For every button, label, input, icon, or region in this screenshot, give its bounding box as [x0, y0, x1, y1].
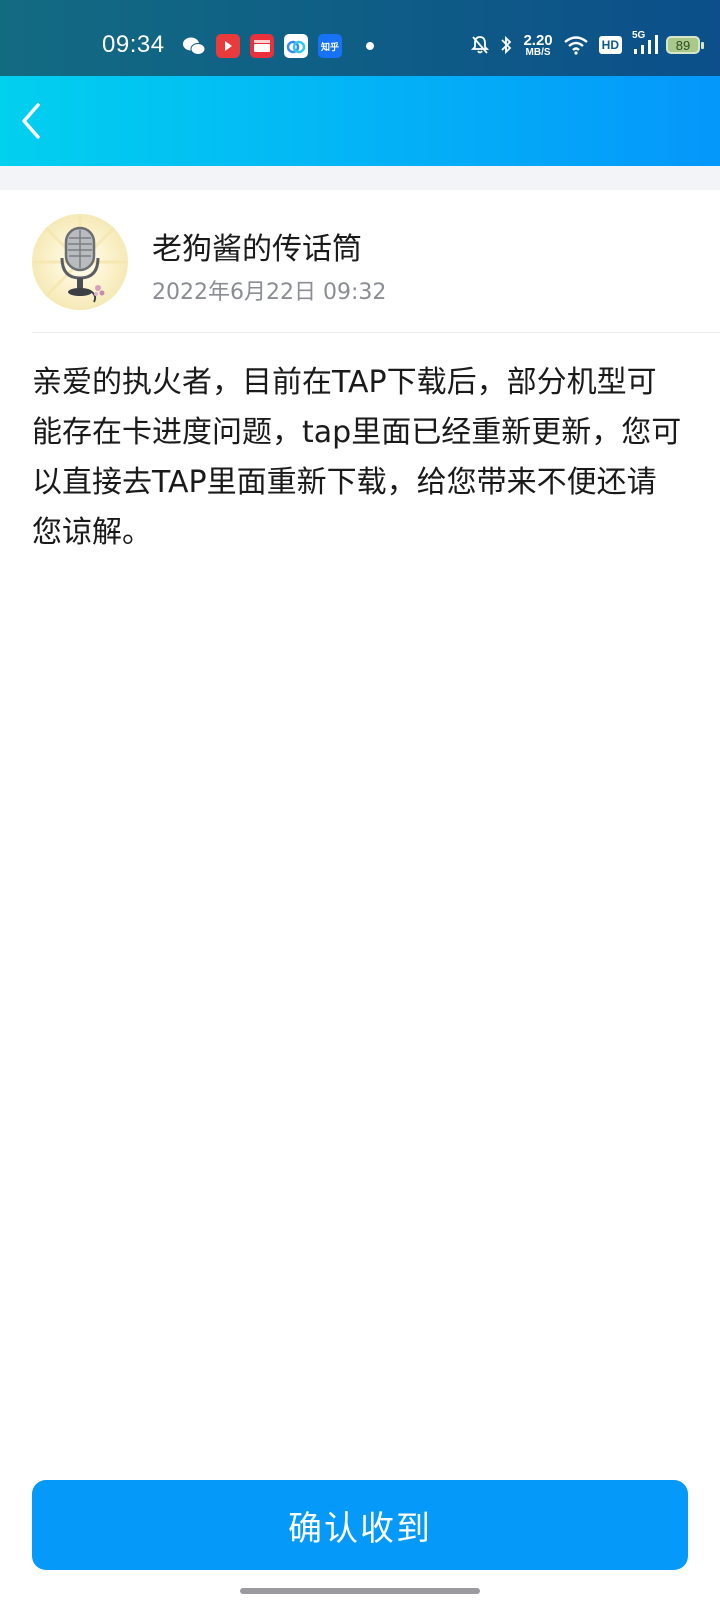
chevron-left-icon: [22, 103, 40, 139]
author-name: 老狗酱的传话筒: [152, 232, 362, 267]
divider: [32, 332, 720, 333]
wechat-icon: [182, 34, 206, 58]
status-time: 09:34: [102, 31, 165, 58]
system-icons: 2.20 MB/S HD 5G: [471, 30, 660, 60]
cloud-drive-icon: [284, 34, 308, 58]
section-divider: [0, 166, 720, 190]
wifi-icon: [563, 35, 589, 55]
bell-off-icon: [471, 35, 490, 55]
home-indicator[interactable]: [240, 1588, 480, 1594]
shopping-app-icon: [250, 34, 274, 58]
network-speed-value: 2.20: [523, 31, 553, 49]
post-date: 2022年6月22日 09:32: [152, 280, 387, 305]
zhihu-icon: 知乎: [318, 34, 342, 58]
notification-icons: 知乎: [182, 34, 374, 58]
signal-icon: 5G: [632, 30, 660, 56]
video-app-icon: [216, 34, 240, 58]
confirm-received-button[interactable]: 确认收到: [32, 1480, 688, 1570]
more-notifications-dot: [366, 42, 374, 50]
battery-indicator: 89: [666, 36, 704, 54]
bluetooth-icon: [499, 35, 513, 55]
status-bar: 09:34 知乎 2.20 MB/S HD 5G 89: [0, 0, 720, 76]
author-header: 老狗酱的传话筒 2022年6月22日 09:32: [0, 190, 720, 334]
back-button[interactable]: [6, 96, 56, 146]
nav-bar: [0, 76, 720, 166]
microphone-icon: [34, 216, 126, 303]
message-body: 亲爱的执火者，目前在TAP下载后，部分机型可能存在卡进度问题，tap里面已经重新…: [32, 365, 682, 550]
hd-badge: HD: [598, 36, 622, 54]
network-speed-unit: MB/S: [525, 46, 551, 58]
signal-label: 5G: [632, 30, 646, 41]
network-speed: 2.20 MB/S: [523, 33, 552, 58]
avatar[interactable]: [32, 214, 128, 310]
